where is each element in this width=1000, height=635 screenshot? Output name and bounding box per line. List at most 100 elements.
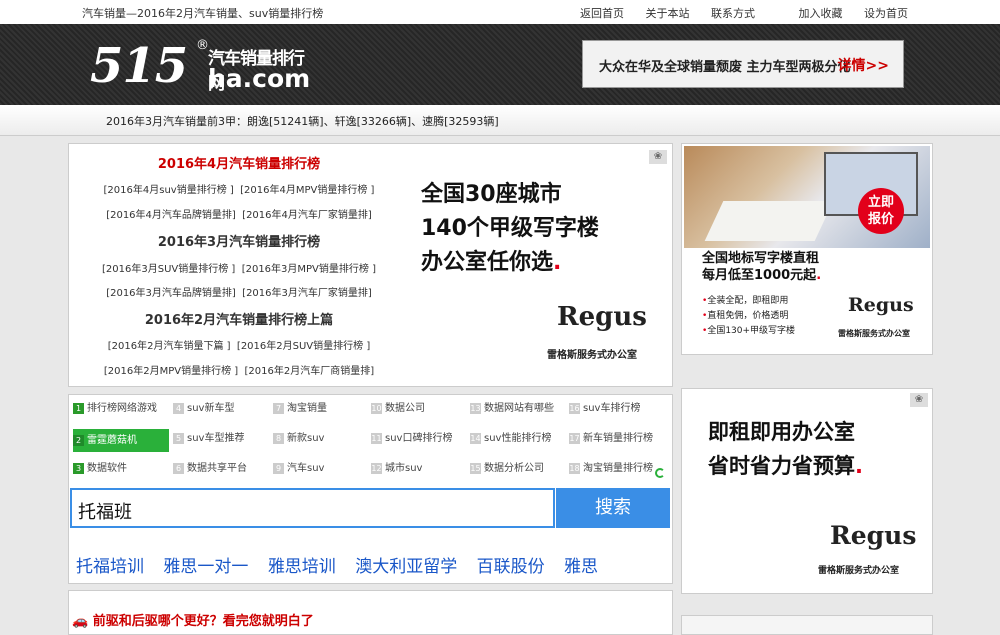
ranking-title-march[interactable]: 2016年3月汽车销量排行榜 [79, 231, 399, 250]
search-button[interactable]: 搜索 [556, 488, 670, 528]
ranking-row: [2016年3月SUV销量排行榜 ] [2016年3月MPV销量排行榜 ] [79, 260, 399, 275]
ad-line: 省时省力省预算. [708, 454, 863, 478]
ad-headline: 全国30座城市 140个甲级写字楼 办公室任你选. [421, 178, 599, 280]
ranking-link[interactable]: [2016年2月MPV销量排行榜 ] [104, 366, 238, 377]
ranking-link[interactable]: [2016年4月suv销量排行榜 ] [104, 185, 234, 196]
header: 515 ® 汽车销量排行网 ha.com 大众在华及全球销量颓废 主力车型两极分… [0, 24, 1000, 105]
ranking-title-april[interactable]: 2016年4月汽车销量排行榜 [79, 153, 399, 172]
ad-line: 全国30座城市 [421, 182, 562, 207]
site-tagline: 汽车销量—2016年2月汽车销量、suv销量排行榜 [82, 7, 324, 20]
search-box: 托福班 搜索 [70, 488, 670, 530]
news-headline[interactable]: 🚗 前驱和后驱哪个更好？看完您就明白了 [72, 610, 314, 629]
ranking-link[interactable]: [2016年3月汽车品牌销量排] [106, 288, 236, 299]
regus-ad-left[interactable]: ❀ 全国30座城市 140个甲级写字楼 办公室任你选. Regus 雷格斯服务式… [409, 144, 671, 386]
car-icon: 🚗 [72, 614, 89, 629]
related-search-links: 托福培训 雅思一对一 雅思培训 澳大利亚留学 百联股份 雅思 [76, 552, 612, 577]
ad-bullets: •全装全配，即租即用 •直租免佣，价格透明 •全国130+甲级写字楼 [702, 294, 795, 339]
keyword-link[interactable]: 11 suv口碑排行榜 [371, 430, 452, 447]
search-input[interactable]: 托福班 [70, 488, 555, 528]
regus-subtitle: 雷格斯服务式办公室 [838, 329, 910, 338]
keyword-link[interactable]: 14 suv性能排行榜 [470, 430, 551, 447]
keyword-link[interactable]: 7 淘宝销量 [273, 400, 327, 417]
keyword-link[interactable]: 6 数据共享平台 [173, 460, 247, 477]
about-link[interactable]: 关于本站 [646, 7, 690, 20]
ad-bullet: •全装全配，即租即用 [702, 296, 789, 306]
ranking-link[interactable]: [2016年2月SUV销量排行榜 ] [237, 341, 370, 352]
header-promo-banner[interactable]: 大众在华及全球销量颓废 主力车型两极分化 详情>> [582, 40, 904, 88]
regus-ad-right-top[interactable]: 立即 报价 全国地标写字楼直租 每月低至1000元起. •全装全配，即租即用 •… [681, 143, 933, 355]
ranking-link[interactable]: [2016年4月汽车厂家销量排] [242, 210, 372, 221]
regus-subtitle: 雷格斯服务式办公室 [818, 566, 900, 576]
ad-title: 全国地标写字楼直租 每月低至1000元起. [702, 250, 821, 284]
ranking-link[interactable]: [2016年4月汽车品牌销量排] [106, 210, 236, 221]
set-homepage-link[interactable]: 设为首页 [864, 7, 908, 20]
ranking-link[interactable]: [2016年3月汽车厂家销量排] [242, 288, 372, 299]
logo-number: 515 [90, 38, 188, 94]
keyword-link[interactable]: 16 suv车排行榜 [569, 400, 640, 417]
news-ticker: 2016年3月汽车销量前3甲：朗逸[51241辆]、轩逸[33266辆]、速腾[… [0, 105, 1000, 136]
regus-logo: Regus [830, 521, 917, 550]
related-link[interactable]: 百联股份 [477, 557, 545, 577]
keyword-link[interactable]: 10 数据公司 [371, 400, 425, 417]
ad-badge-icon: ❀ [910, 393, 928, 407]
keyword-link[interactable]: 15 数据分析公司 [470, 460, 544, 477]
ad-bullet: •直租免佣，价格透明 [702, 311, 789, 321]
keyword-link[interactable]: 8 新款suv [273, 430, 324, 447]
ad-headline: 即租即用办公室 省时省力省预算. [708, 415, 863, 483]
badge-line: 报价 [867, 212, 894, 227]
keyword-link[interactable]: 5 suv车型推荐 [173, 430, 244, 447]
ranking-link[interactable]: [2016年2月汽车厂商销量排] [245, 366, 375, 377]
ranking-link[interactable]: [2016年4月MPV销量排行榜 ] [240, 185, 374, 196]
top-bar: 汽车销量—2016年2月汽车销量、suv销量排行榜 返回首页 关于本站 联系方式… [0, 0, 1000, 25]
ranking-title-february[interactable]: 2016年2月汽车销量排行榜上篇 [79, 309, 399, 328]
keyword-link[interactable]: 3 数据软件 [73, 460, 127, 477]
keyword-link-highlighted[interactable]: 2 雷霆蘑菇机 [73, 429, 169, 452]
top-links: 返回首页 关于本站 联系方式 加入收藏 设为首页 [562, 5, 908, 21]
ranking-link[interactable]: [2016年3月SUV销量排行榜 ] [102, 264, 235, 275]
ad-badge-icon: ❀ [649, 150, 667, 164]
keyword-link[interactable]: 4 suv新车型 [173, 400, 234, 417]
keyword-link[interactable]: 18 淘宝销量排行榜 [569, 460, 653, 477]
related-link[interactable]: 澳大利亚留学 [355, 557, 457, 577]
contact-link[interactable]: 联系方式 [711, 7, 755, 20]
related-link[interactable]: 雅思培训 [268, 557, 336, 577]
refresh-icon[interactable] [655, 468, 665, 478]
ranking-row: [2016年2月汽车销量下篇 ] [2016年2月SUV销量排行榜 ] [79, 337, 399, 352]
ranking-row: [2016年4月suv销量排行榜 ] [2016年4月MPV销量排行榜 ] [79, 181, 399, 196]
keyword-link[interactable]: 12 城市suv [371, 460, 422, 477]
ad-bullet: •全国130+甲级写字楼 [702, 326, 796, 336]
related-link[interactable]: 雅思一对一 [163, 557, 248, 577]
keyword-link[interactable]: 17 新车销量排行榜 [569, 430, 653, 447]
promo-text: 大众在华及全球销量颓废 主力车型两极分化 [599, 60, 851, 75]
desk-shape [704, 201, 834, 241]
ticker-text[interactable]: 2016年3月汽车销量前3甲：朗逸[51241辆]、轩逸[33266辆]、速腾[… [106, 113, 499, 129]
related-link[interactable]: 雅思 [564, 557, 598, 577]
ranking-row: [2016年4月汽车品牌销量排] [2016年4月汽车厂家销量排] [79, 206, 399, 221]
ad-line: 办公室任你选. [421, 250, 562, 275]
keyword-link[interactable]: 9 汽车suv [273, 460, 324, 477]
keyword-link[interactable]: 1 排行榜网络游戏 [73, 400, 157, 417]
logo-domain: ha.com [208, 64, 311, 93]
ranking-row: [2016年3月汽车品牌销量排] [2016年3月汽车厂家销量排] [79, 284, 399, 299]
badge-line: 立即 [867, 195, 894, 210]
quote-badge[interactable]: 立即 报价 [858, 188, 904, 234]
home-link[interactable]: 返回首页 [580, 7, 624, 20]
site-logo[interactable]: 515 ® 汽车销量排行网 ha.com [90, 36, 310, 96]
ranking-link[interactable]: [2016年2月汽车销量下篇 ] [108, 341, 231, 352]
ad-line: 140个甲级写字楼 [421, 216, 599, 241]
keyword-link[interactable]: 13 数据网站有哪些 [470, 400, 554, 417]
regus-logo: Regus [557, 302, 647, 332]
ad-title-line: 每月低至1000元起. [702, 268, 822, 283]
regus-ad-right-bottom[interactable]: ❀ 即租即用办公室 省时省力省预算. Regus 雷格斯服务式办公室 [681, 388, 933, 594]
related-link[interactable]: 托福培训 [76, 557, 144, 577]
bookmark-link[interactable]: 加入收藏 [799, 7, 843, 20]
ranking-row: [2016年2月MPV销量排行榜 ] [2016年2月汽车厂商销量排] [79, 362, 399, 377]
regus-subtitle: 雷格斯服务式办公室 [547, 350, 637, 361]
promo-details-link[interactable]: 详情>> [838, 55, 889, 75]
ad-line: 即租即用办公室 [708, 420, 855, 444]
rankings-panel: 2016年4月汽车销量排行榜 [2016年4月suv销量排行榜 ] [2016年… [68, 143, 673, 387]
right-bottom-panel [681, 615, 933, 635]
ranking-link[interactable]: [2016年3月MPV销量排行榜 ] [242, 264, 376, 275]
ad-title-line: 全国地标写字楼直租 [702, 251, 820, 266]
news-headline-text: 前驱和后驱哪个更好？看完您就明白了 [92, 614, 314, 629]
